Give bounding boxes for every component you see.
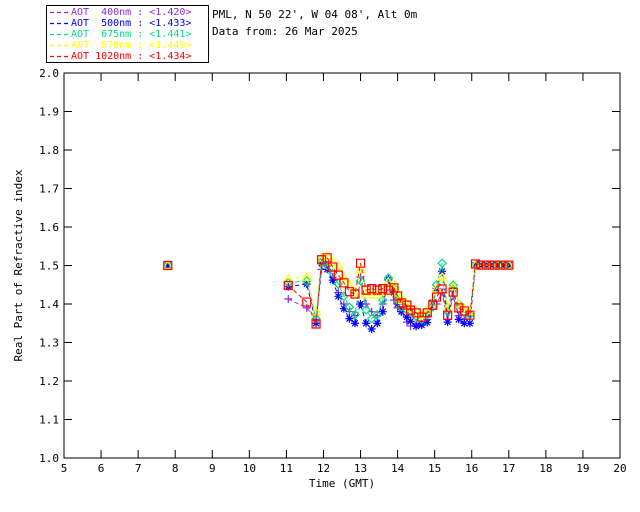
legend-item-870nm: AOT 870nm : <1.449> (49, 40, 206, 51)
x-tick-label: 9 (209, 462, 216, 475)
x-tick-label: 12 (317, 462, 330, 475)
legend-item-1020nm: AOT 1020nm : <1.434> (49, 51, 206, 62)
x-tick-label: 15 (428, 462, 441, 475)
legend-item-675nm: AOT 675nm : <1.441> (49, 29, 206, 40)
dashed-line-sample-500nm (50, 22, 70, 25)
x-axis-title: Time (GMT) (309, 477, 375, 490)
y-tick-label: 1.7 (39, 183, 59, 196)
x-tick-label: 6 (98, 462, 105, 475)
x-tick-label: 14 (391, 462, 405, 475)
x-tick-label: 18 (539, 462, 552, 475)
y-tick-label: 1.5 (39, 260, 59, 273)
y-tick-label: 1.8 (39, 144, 59, 157)
x-tick-label: 8 (172, 462, 179, 475)
dashed-line-sample-1020nm (50, 55, 70, 58)
legend-label-1020nm: AOT 1020nm : <1.434> (71, 51, 192, 62)
plot-window: 5 6 7 8 9 10 11 12 13 14 15 16 17 18 19 20 1.0 1.1 1.2 1.3 1… (0, 0, 640, 512)
legend-label-400nm: AOT 400nm : <1.420> (71, 7, 192, 18)
station-header: PML, N 50 22', W 04 08', Alt 0m Data fro… (212, 6, 417, 40)
dashed-line-sample-870nm (50, 44, 70, 47)
refractive-index-chart: 5 6 7 8 9 10 11 12 13 14 15 16 17 18 19 20 1.0 1.1 1.2 1.3 1… (12, 67, 627, 490)
y-tick-label: 1.6 (39, 221, 59, 234)
x-tick-label: 19 (576, 462, 589, 475)
x-tick-label: 13 (354, 462, 367, 475)
x-tick-label: 16 (465, 462, 478, 475)
x-tick-label: 17 (502, 462, 515, 475)
chart-legend: AOT 400nm : <1.420> AOT 500nm : <1.433> … (46, 5, 209, 63)
legend-label-500nm: AOT 500nm : <1.433> (71, 18, 192, 29)
x-tick-label: 10 (243, 462, 256, 475)
y-tick-label: 1.9 (39, 106, 59, 119)
dashed-line-sample-400nm (50, 11, 70, 14)
legend-label-870nm: AOT 870nm : <1.449> (71, 40, 192, 51)
y-tick-label: 1.4 (39, 298, 59, 311)
x-tick-label: 5 (61, 462, 68, 475)
y-tick-label: 1.1 (39, 414, 59, 427)
y-axis-title: Real Part of Refractive index (12, 169, 25, 361)
y-tick-label: 1.0 (39, 452, 59, 465)
y-tick-label: 1.2 (39, 375, 59, 388)
station-location-text: PML, N 50 22', W 04 08', Alt 0m (212, 8, 418, 21)
x-tick-label: 7 (135, 462, 142, 475)
x-tick-label: 11 (280, 462, 293, 475)
legend-item-500nm: AOT 500nm : <1.433> (49, 18, 206, 29)
legend-label-675nm: AOT 675nm : <1.441> (71, 29, 192, 40)
x-tick-label: 20 (613, 462, 626, 475)
data-date-text: Data from: 26 Mar 2025 (212, 25, 358, 38)
legend-item-400nm: AOT 400nm : <1.420> (49, 7, 206, 18)
y-tick-label: 2.0 (39, 67, 59, 80)
dashed-line-sample-675nm (50, 33, 70, 36)
y-tick-label: 1.3 (39, 337, 59, 350)
